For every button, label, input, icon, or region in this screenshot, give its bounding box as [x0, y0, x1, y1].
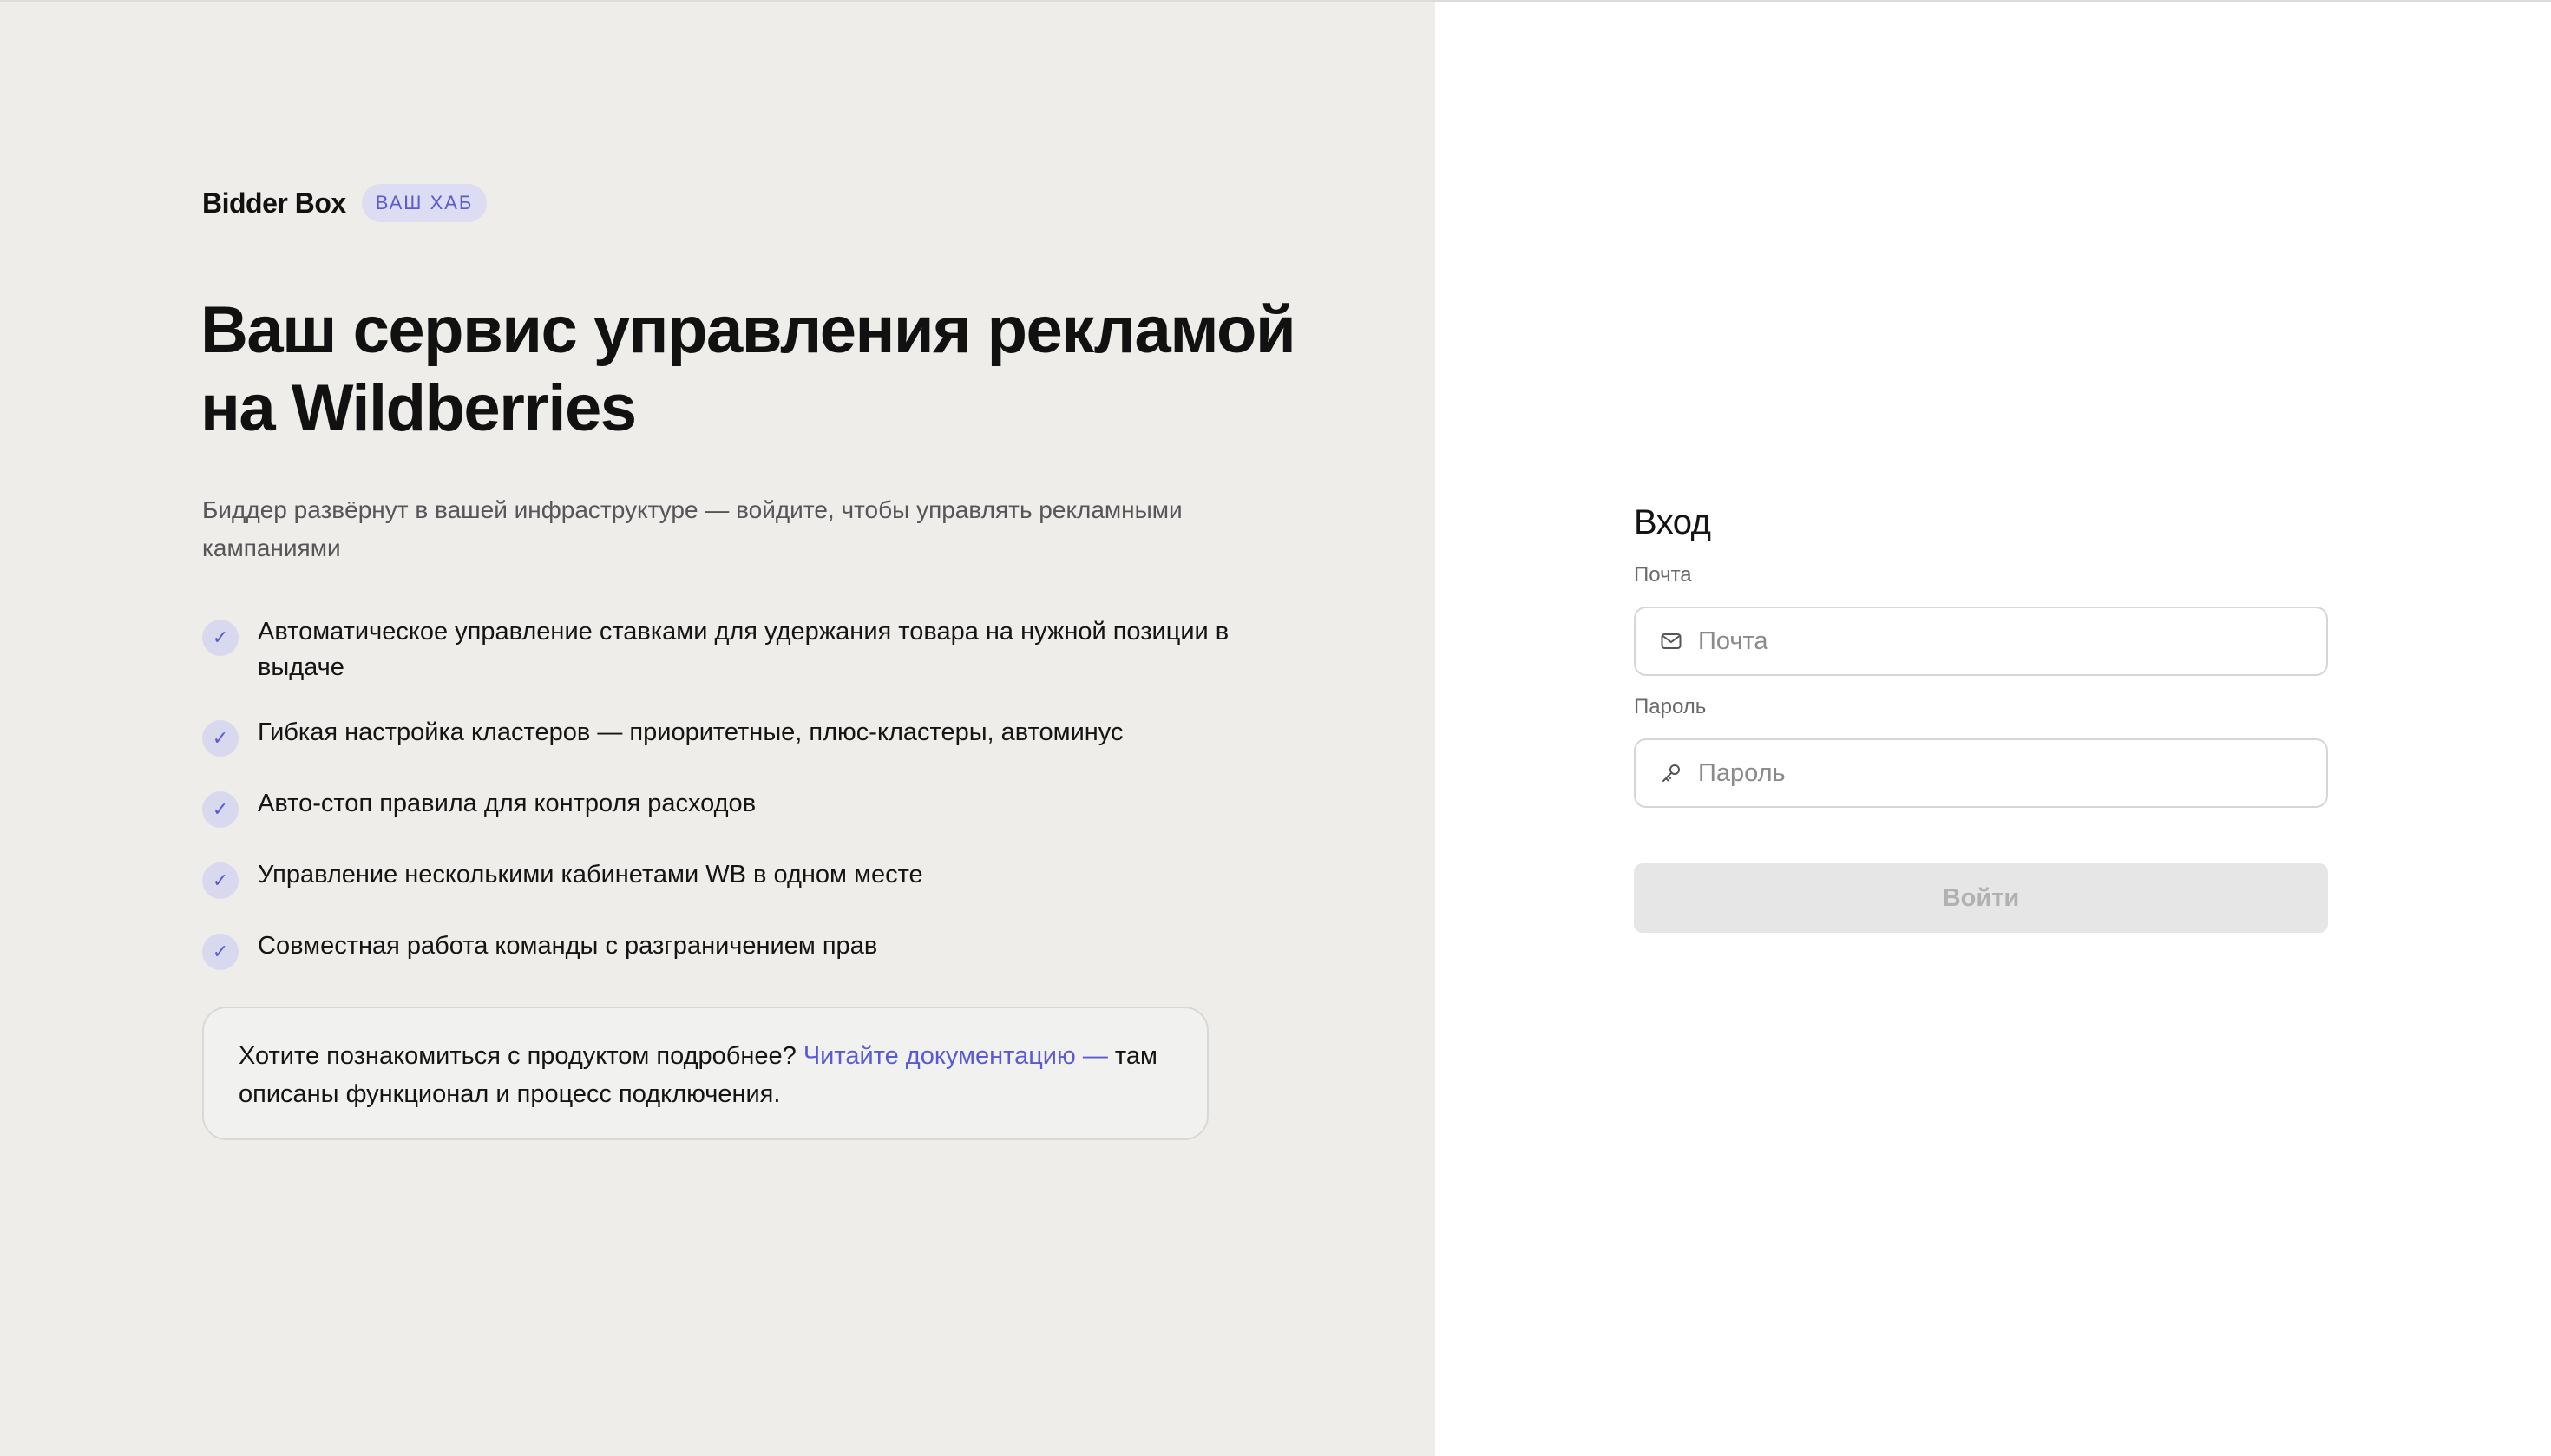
feature-text: Автоматическое управление ставками для у…: [258, 618, 1230, 681]
promo-panel: Bidder Box ВАШ ХАБ Ваш сервис управления…: [0, 2, 1435, 1456]
documentation-callout: Хотите познакомиться с продуктом подробн…: [202, 1007, 1209, 1140]
feature-text: Управление несколькими кабинетами WB в о…: [258, 861, 923, 889]
login-title: Вход: [1634, 503, 1711, 541]
brand: Bidder Box ВАШ ХАБ: [202, 184, 488, 222]
email-label: Почта: [1634, 563, 1692, 587]
email-field: [1634, 607, 2328, 676]
brand-badge: ВАШ ХАБ: [361, 184, 488, 222]
feature-item: ✓ Гибкая настройка кластеров — приоритет…: [202, 715, 1243, 757]
feature-item: ✓ Совместная работа команды с разграниче…: [202, 928, 1243, 970]
page-title: Ваш сервис управления рекламой на Wildbe…: [200, 293, 1296, 445]
password-input[interactable]: [1696, 758, 2307, 789]
login-button[interactable]: Войти: [1634, 863, 2328, 933]
password-label: Пароль: [1634, 695, 1707, 718]
login-form: Вход Почта Пароль Войти: [1634, 503, 2328, 933]
callout-prefix: Хотите познакомиться с продуктом подробн…: [239, 1042, 803, 1070]
password-field: [1634, 738, 2328, 808]
check-icon: ✓: [202, 862, 239, 899]
feature-text: Гибкая настройка кластеров — приоритетны…: [258, 718, 1124, 746]
feature-text: Авто-стоп правила для контроля расходов: [258, 790, 757, 817]
mail-icon: [1658, 628, 1684, 654]
brand-name: Bidder Box: [202, 187, 346, 219]
check-icon: ✓: [202, 934, 239, 970]
check-icon: ✓: [202, 620, 239, 656]
feature-item: ✓ Автоматическое управление ставками для…: [202, 614, 1243, 685]
page-subtitle: Биддер развёрнут в вашей инфраструктуре …: [202, 496, 1183, 561]
feature-item: ✓ Авто-стоп правила для контроля расходо…: [202, 786, 1243, 828]
check-icon: ✓: [202, 720, 239, 757]
check-icon: ✓: [202, 791, 239, 828]
feature-item: ✓ Управление несколькими кабинетами WB в…: [202, 857, 1243, 899]
documentation-link[interactable]: Читайте документацию —: [803, 1042, 1108, 1070]
key-icon: [1658, 760, 1684, 786]
email-input[interactable]: [1696, 626, 2307, 657]
feature-list: ✓ Автоматическое управление ставками для…: [202, 614, 1243, 1000]
feature-text: Совместная работа команды с разграничени…: [258, 932, 878, 960]
